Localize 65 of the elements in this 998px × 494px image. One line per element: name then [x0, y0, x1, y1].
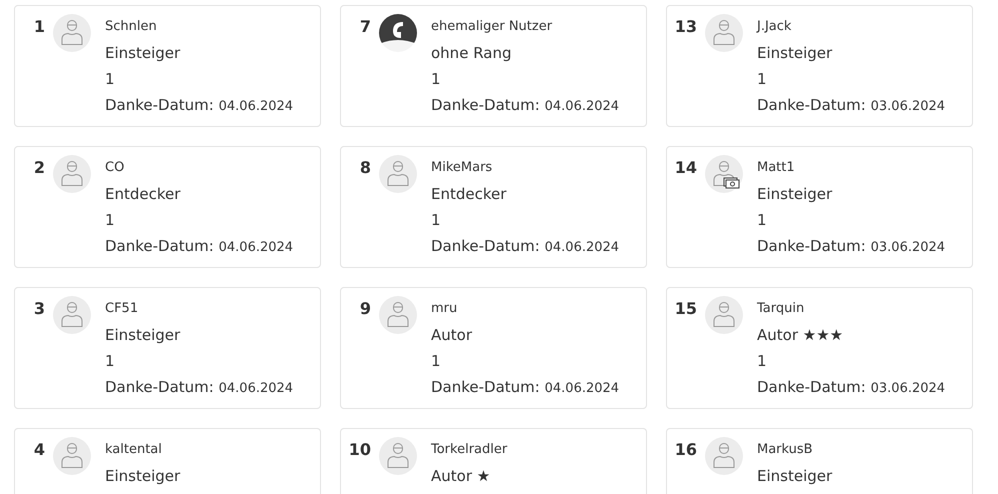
username-link[interactable]: MarkusB — [757, 437, 832, 463]
thanks-count: 1 — [105, 210, 116, 231]
date-label: Danke-Datum: — [105, 237, 214, 255]
deleted-user-avatar-icon[interactable] — [379, 14, 417, 52]
username-link[interactable]: Torkelradler — [431, 437, 508, 463]
rank-number: 4 — [32, 439, 46, 461]
date-label: Danke-Datum: — [431, 96, 540, 114]
thanks-date: 04.06.2024 — [544, 381, 620, 396]
thanks-count: 1 — [431, 210, 442, 231]
thanks-date: 03.06.2024 — [870, 381, 946, 396]
rank-number: 1 — [32, 16, 46, 38]
user-level: Autor — [431, 325, 473, 346]
person-avatar-icon[interactable] — [705, 155, 743, 193]
username-link[interactable]: kaltental — [105, 437, 180, 463]
username-link[interactable]: Schnlen — [105, 14, 294, 40]
username-link[interactable]: CO — [105, 155, 294, 181]
thanks-count: 1 — [105, 351, 116, 372]
rank-number: 3 — [32, 298, 46, 320]
thanks-date: 04.06.2024 — [544, 99, 620, 114]
username-link[interactable]: mru — [431, 296, 620, 322]
thanks-date: 04.06.2024 — [218, 381, 294, 396]
rank-number: 16 — [674, 439, 698, 461]
username-link[interactable]: J.Jack — [757, 14, 946, 40]
date-label: Danke-Datum: — [757, 237, 866, 255]
date-label: Danke-Datum: — [757, 378, 866, 396]
thanks-date: 03.06.2024 — [870, 240, 946, 255]
user-level: Einsteiger — [757, 43, 834, 64]
username-link[interactable]: Tarquin — [757, 296, 946, 322]
rank-number: 9 — [358, 298, 372, 320]
user-level: ohne Rang — [431, 43, 513, 64]
date-label: Danke-Datum: — [105, 378, 214, 396]
thanks-count: 1 — [431, 351, 442, 372]
date-label: Danke-Datum: — [757, 96, 866, 114]
rank-number: 14 — [674, 157, 698, 179]
user-level: Einsteiger — [105, 325, 182, 346]
user-level: Einsteiger — [105, 466, 180, 487]
date-label: Danke-Datum: — [431, 237, 540, 255]
rank-number: 10 — [348, 439, 372, 461]
username-link[interactable]: CF51 — [105, 296, 294, 322]
user-level: Autor ★★★ — [757, 325, 844, 346]
thanks-date: 04.06.2024 — [218, 240, 294, 255]
username-link[interactable]: Matt1 — [757, 155, 946, 181]
user-level: Einsteiger — [757, 184, 834, 205]
rank-number: 2 — [32, 157, 46, 179]
thanks-count: 1 — [757, 210, 768, 231]
user-level: Entdecker — [431, 184, 508, 205]
rank-number: 15 — [674, 298, 698, 320]
user-level: Einsteiger — [757, 466, 832, 487]
date-label: Danke-Datum: — [105, 96, 214, 114]
thanks-date: 03.06.2024 — [870, 99, 946, 114]
thanks-count: 1 — [431, 69, 442, 90]
username-link[interactable]: MikeMars — [431, 155, 620, 181]
thanks-count: 1 — [757, 351, 768, 372]
user-level: Autor ★ — [431, 466, 492, 487]
rank-number: 13 — [674, 16, 698, 38]
user-level: Entdecker — [105, 184, 182, 205]
thanks-date: 04.06.2024 — [544, 240, 620, 255]
username-link[interactable]: ehemaliger Nutzer — [431, 14, 620, 40]
user-level: Einsteiger — [105, 43, 182, 64]
thanks-date: 04.06.2024 — [218, 99, 294, 114]
thanks-count: 1 — [757, 69, 768, 90]
date-label: Danke-Datum: — [431, 378, 540, 396]
rank-number: 8 — [358, 157, 372, 179]
rank-number: 7 — [358, 16, 372, 38]
thanks-count: 1 — [105, 69, 116, 90]
